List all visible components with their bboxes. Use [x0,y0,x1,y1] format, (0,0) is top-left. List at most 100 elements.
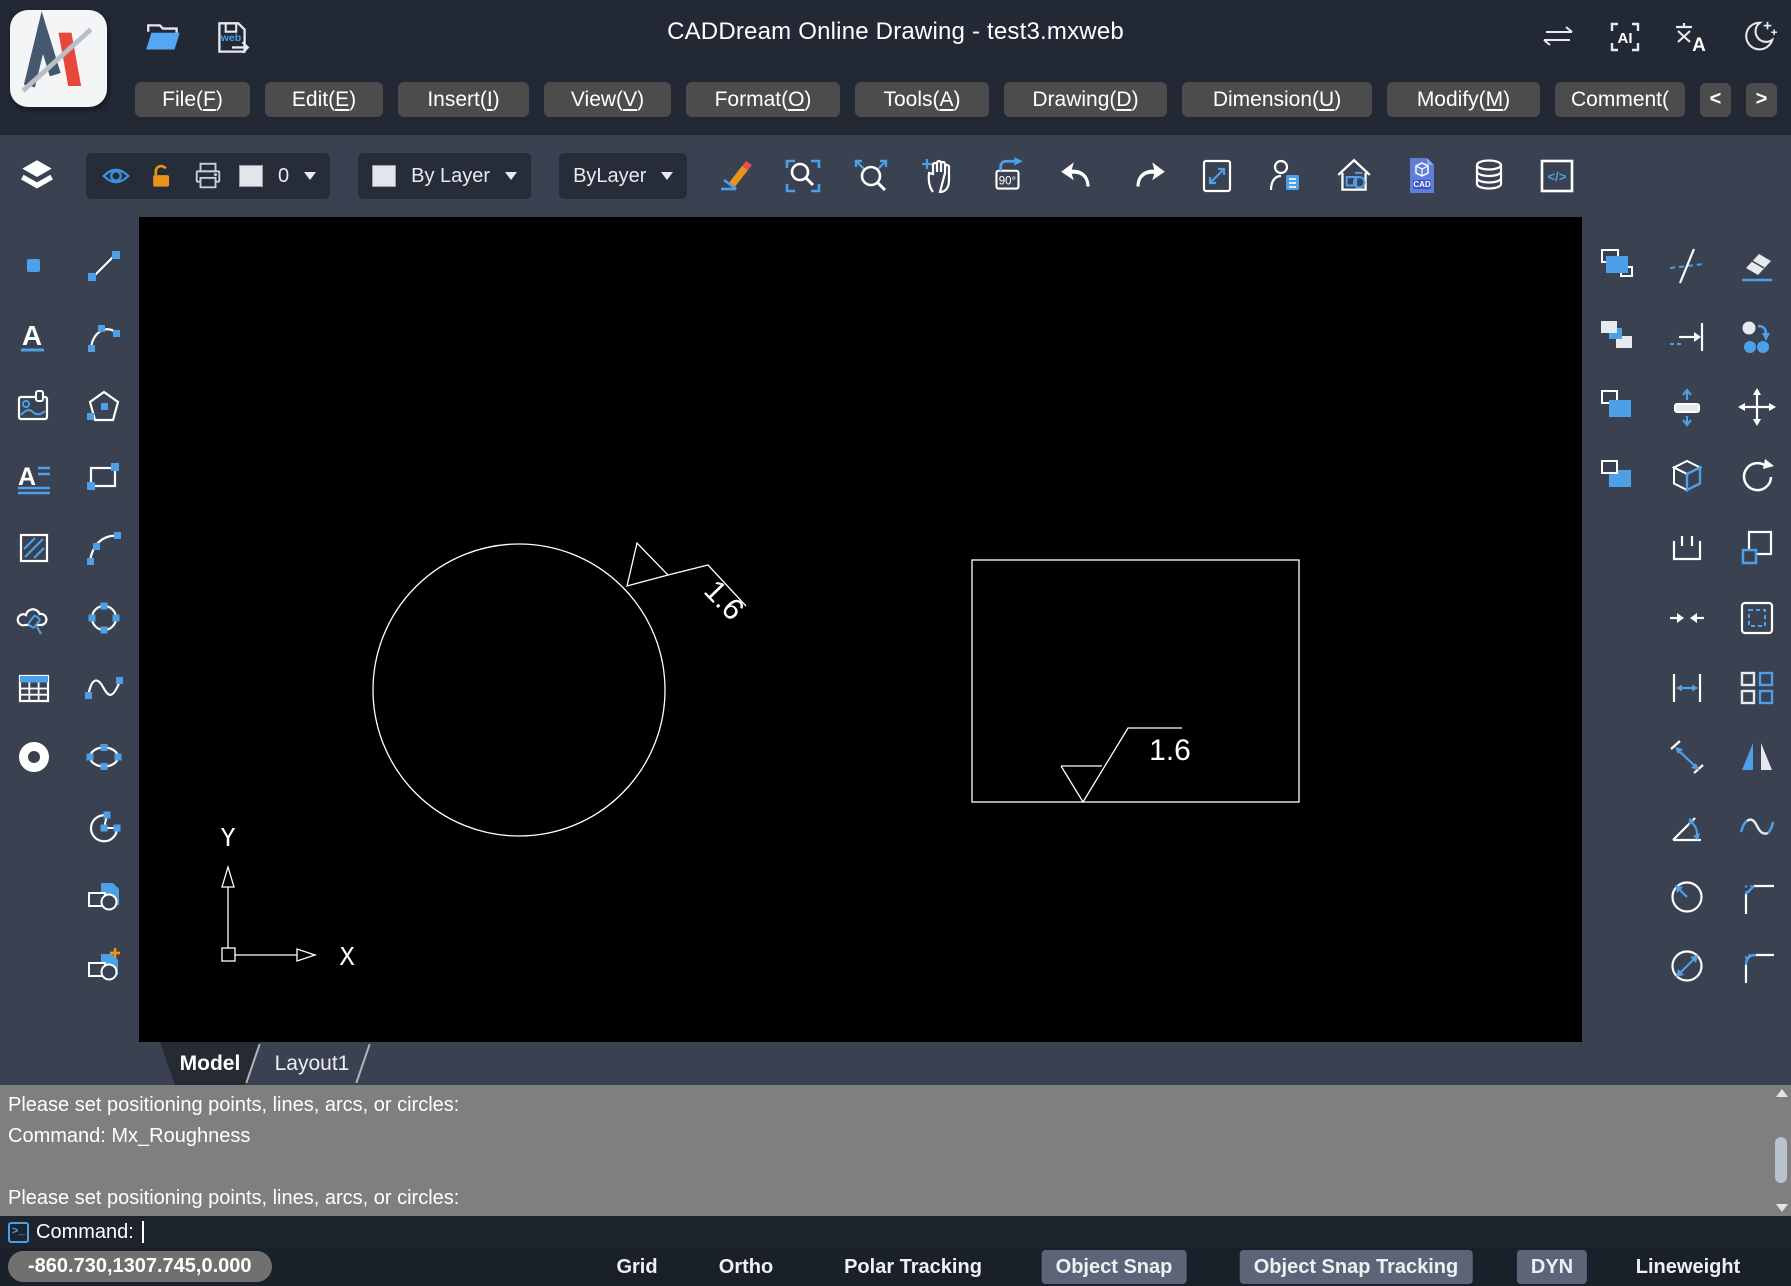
translate-icon[interactable]: A [1673,19,1709,55]
layer-select-value[interactable]: 0 [278,165,289,188]
dark-mode-icon[interactable] [1739,18,1777,56]
revision-cloud-icon[interactable] [14,598,54,638]
draw-order-front-icon[interactable] [1597,246,1637,286]
database-icon[interactable] [1469,156,1509,196]
copy-icon[interactable] [1737,317,1777,357]
move-icon[interactable] [1737,387,1777,427]
code-icon[interactable]: </> [1537,156,1577,196]
command-history[interactable]: Please set positioning points, lines, ar… [0,1085,1791,1216]
draft-pencil-icon[interactable] [715,156,755,196]
join-icon[interactable] [1667,598,1707,638]
menu-drawing[interactable]: Drawing(D) [1004,82,1167,117]
image-icon[interactable] [14,387,54,427]
explode-icon[interactable] [1667,457,1707,497]
redo-icon[interactable] [1127,155,1169,197]
extend-icon[interactable] [1667,317,1707,357]
swap-icon[interactable] [1539,20,1577,54]
history-scrollbar[interactable] [1774,1087,1789,1214]
drawing-canvas[interactable]: 1.6 1.6 Y X [139,217,1582,1042]
color-select-value[interactable]: By Layer [411,165,490,188]
menu-modify[interactable]: Modify(M) [1387,82,1540,117]
menu-file[interactable]: File(F) [135,82,250,117]
rotate-90-icon[interactable]: 90° [987,155,1029,197]
draw-order-back-icon[interactable] [1597,317,1637,357]
polygon-icon[interactable] [84,387,124,427]
roughness-value-rect[interactable]: 1.6 [1149,734,1191,767]
tab-model[interactable]: Model [160,1042,260,1085]
pan-hand-icon[interactable] [919,156,959,196]
toggle-polar-tracking[interactable]: Polar Tracking [830,1250,996,1284]
erase-icon[interactable] [1737,246,1777,286]
chamfer-icon[interactable] [1737,877,1777,917]
trim-icon[interactable] [1667,246,1707,286]
point-icon[interactable] [14,246,54,286]
circle-icon[interactable] [84,598,124,638]
create-block-icon[interactable] [84,946,124,986]
menu-edit[interactable]: Edit(E) [265,82,383,117]
home-drawing-icon[interactable] [1333,155,1375,197]
undo-icon[interactable] [1057,155,1099,197]
dim-radius-icon[interactable] [1667,877,1707,917]
menu-dimension[interactable]: Dimension(U) [1182,82,1372,117]
draw-order-below-icon[interactable] [1597,457,1637,497]
menu-tools[interactable]: Tools(A) [855,82,989,117]
scroll-thumb[interactable] [1775,1137,1787,1183]
table-icon[interactable] [14,668,54,708]
array-icon[interactable] [1737,668,1777,708]
elliptical-arc-icon[interactable] [84,807,124,847]
zoom-window-icon[interactable] [783,156,823,196]
dim-angular-icon[interactable] [1667,807,1707,847]
menu-scroll-left-button[interactable]: < [1700,83,1731,117]
rotate-icon[interactable] [1737,457,1777,497]
curve-fit-icon[interactable] [1737,807,1777,847]
scale-icon[interactable] [1737,528,1777,568]
scroll-down-icon[interactable] [1776,1204,1788,1212]
donut-icon[interactable] [14,737,54,777]
layers-icon[interactable] [16,155,58,197]
command-input-row[interactable]: >_ Command: [0,1216,1791,1248]
ai-icon[interactable]: AI [1607,19,1643,55]
menu-format[interactable]: Format(O) [686,82,840,117]
arc-icon[interactable] [84,317,124,357]
stretch-icon[interactable] [1667,387,1707,427]
menu-view[interactable]: View(V) [544,82,671,117]
visibility-eye-icon[interactable] [100,160,132,192]
toggle-object-snap-tracking[interactable]: Object Snap Tracking [1240,1250,1473,1284]
toggle-object-snap[interactable]: Object Snap [1042,1250,1187,1284]
break-icon[interactable] [1667,528,1707,568]
linetype-select-caret-icon[interactable] [661,172,673,180]
layer-color-swatch[interactable] [239,165,263,187]
spline-icon[interactable] [84,668,124,708]
scroll-up-icon[interactable] [1776,1089,1788,1097]
single-text-icon[interactable]: A [14,317,54,357]
mirror-icon[interactable] [1737,737,1777,777]
offset-icon[interactable] [1737,598,1777,638]
zoom-extents-icon[interactable] [851,156,891,196]
tab-layout1[interactable]: Layout1 [258,1042,366,1085]
dim-linear-icon[interactable] [1667,668,1707,708]
viewport-scale-icon[interactable] [1197,156,1237,196]
menu-scroll-right-button[interactable]: > [1746,83,1777,117]
unlock-icon[interactable] [147,160,177,192]
menu-insert[interactable]: Insert(I) [398,82,529,117]
insert-block-icon[interactable] [84,877,124,917]
dim-diameter-icon[interactable] [1667,946,1707,986]
draw-order-above-icon[interactable] [1597,387,1637,427]
multiline-text-icon[interactable]: A [14,457,54,497]
ellipse-icon[interactable] [84,737,124,777]
color-select-caret-icon[interactable] [505,172,517,180]
toggle-dyn[interactable]: DYN [1517,1250,1587,1284]
printer-icon[interactable] [192,160,224,192]
fillet-icon[interactable] [1737,946,1777,986]
cad-file-icon[interactable]: CAD [1403,155,1441,197]
toggle-ortho[interactable]: Ortho [705,1250,787,1284]
line-icon[interactable] [84,246,124,286]
menu-comment[interactable]: Comment( [1555,82,1685,117]
dim-aligned-icon[interactable] [1667,737,1707,777]
user-list-icon[interactable] [1265,156,1305,196]
entity-circle[interactable] [373,544,665,836]
color-swatch[interactable] [372,165,396,187]
roughness-value-circle[interactable]: 1.6 [697,574,750,627]
linetype-select-value[interactable]: ByLayer [573,165,646,188]
hatch-icon[interactable] [14,528,54,568]
